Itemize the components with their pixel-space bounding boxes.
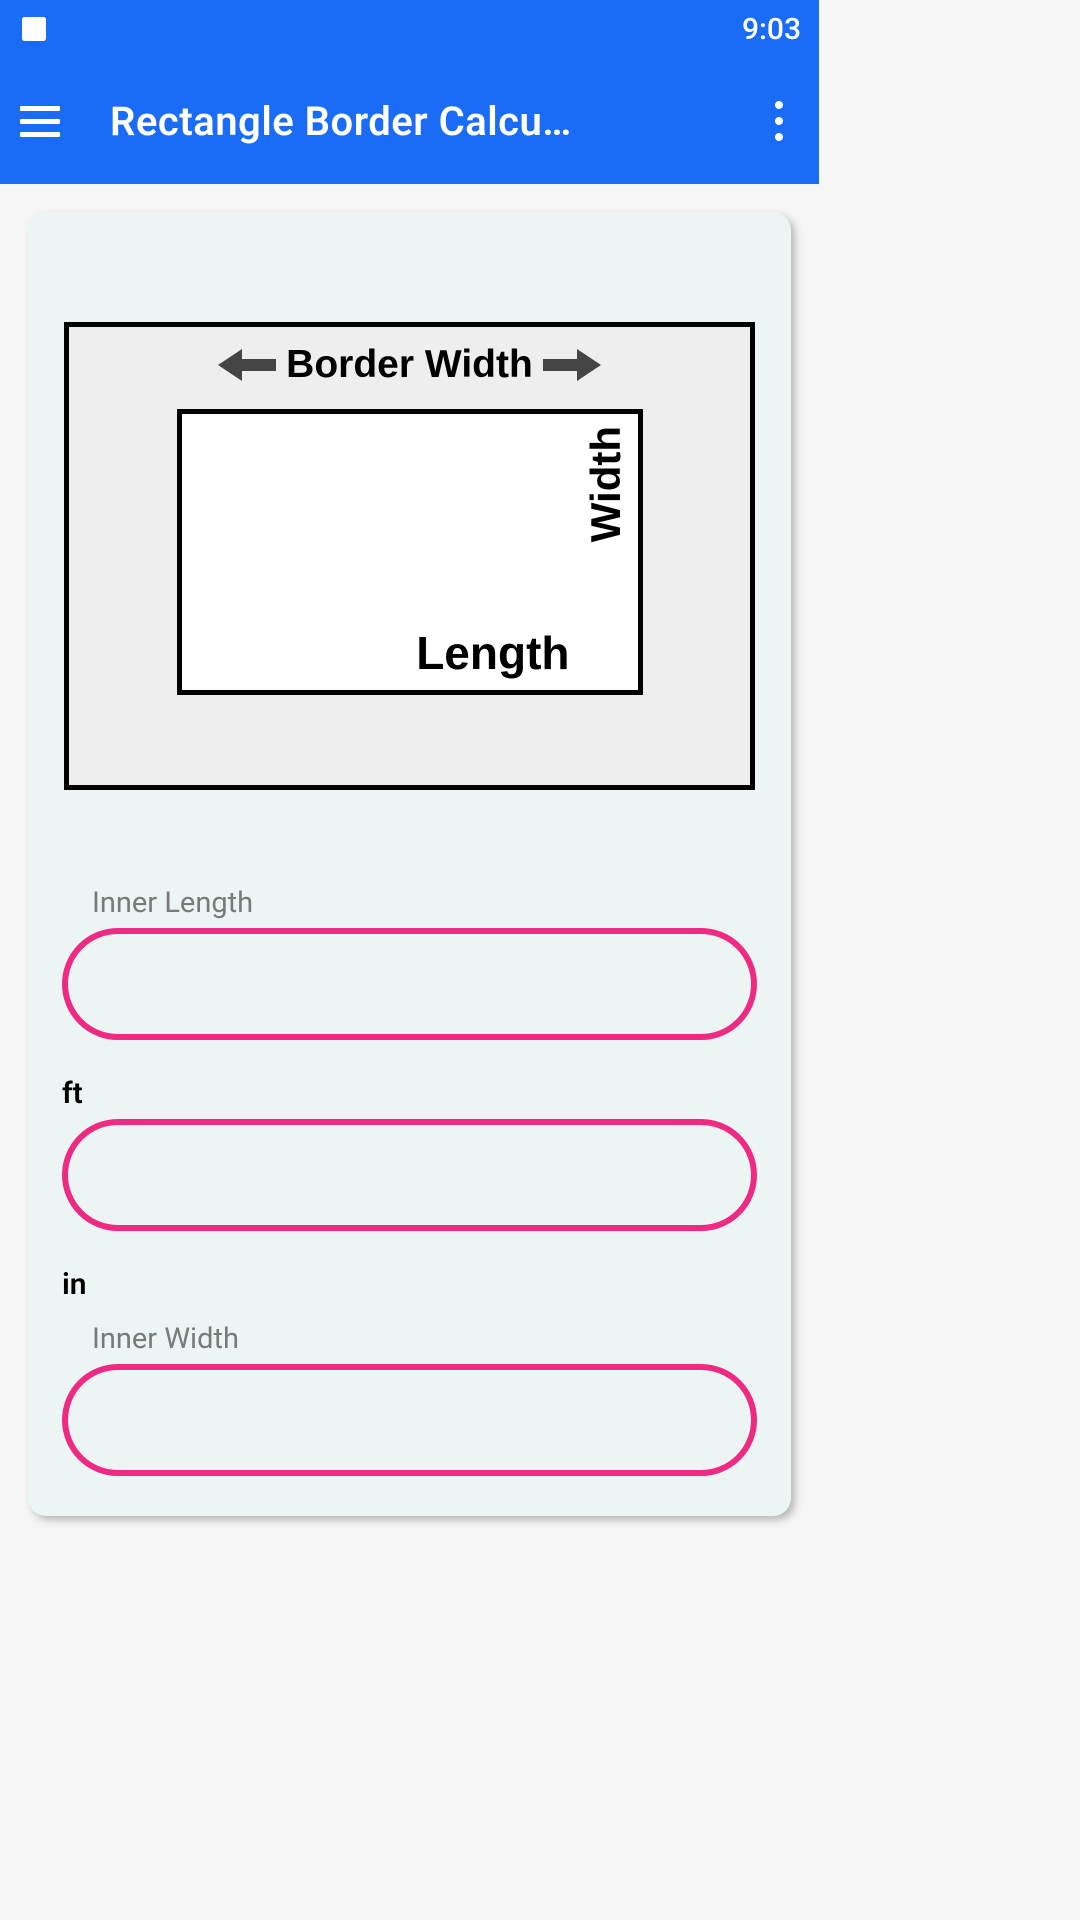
page-title: Rectangle Border Calcu… (110, 98, 759, 145)
diagram-width-label: Width (582, 426, 630, 542)
app-bar: Rectangle Border Calcu… (0, 58, 819, 184)
gallery-icon (18, 13, 50, 45)
ft-input[interactable] (62, 1119, 757, 1231)
diagram-inner-rectangle: Length Width (177, 409, 643, 695)
more-options-icon[interactable] (759, 101, 799, 141)
status-time: 9:03 (742, 12, 801, 47)
inner-length-input[interactable] (62, 928, 757, 1040)
calculator-card: Border Width Length Width Inner Length f… (28, 212, 791, 1516)
diagram-length-label: Length (416, 626, 569, 680)
arrow-right-icon (543, 347, 601, 383)
border-width-text: Border Width (286, 343, 533, 387)
arrow-left-icon (218, 347, 276, 383)
form-section: Inner Length ft in Inner Width (62, 886, 757, 1476)
border-width-label: Border Width (69, 343, 750, 387)
ft-label: ft (62, 1076, 757, 1111)
diagram-outer-rectangle: Border Width Length Width (64, 322, 755, 790)
inner-length-label: Inner Length (92, 886, 757, 920)
inner-width-input[interactable] (62, 1364, 757, 1476)
hamburger-menu-icon[interactable] (20, 97, 68, 145)
in-label: in (62, 1267, 757, 1302)
status-bar: 9:03 (0, 0, 819, 58)
inner-width-label: Inner Width (92, 1322, 757, 1356)
content-area: Border Width Length Width Inner Length f… (0, 184, 819, 1516)
